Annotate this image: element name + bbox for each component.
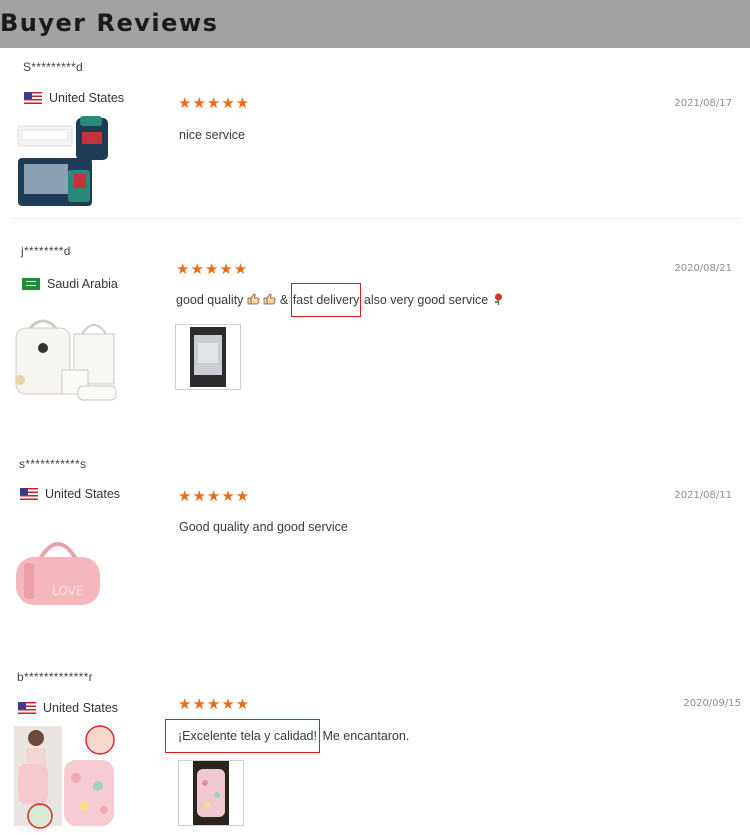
reviewer-country: United States: [24, 91, 124, 105]
review-photo-thumbnail[interactable]: [178, 760, 244, 826]
divider: [12, 218, 740, 219]
reviewer-name: b*************r: [17, 670, 93, 684]
country-label: United States: [49, 91, 125, 105]
thumbs-up-icon: [247, 293, 260, 305]
floral-backpack-image: [14, 725, 115, 829]
reviewer-country: United States: [18, 701, 118, 715]
review-photo: [190, 327, 226, 387]
review-card: S*********d United States ★★★★★ 2021/08/…: [0, 48, 750, 220]
rating-stars: ★★★★★: [178, 695, 251, 713]
thumbs-up-icon: [263, 293, 276, 305]
sa-flag-icon: [22, 278, 40, 290]
us-flag-icon: [18, 702, 36, 714]
reviewer-name: S*********d: [23, 60, 84, 74]
comment-text: Me encantaron.: [322, 729, 410, 743]
pink-duffel-bag-image: LOVE: [16, 542, 100, 605]
rating-stars: ★★★★★: [176, 260, 249, 278]
country-label: Saudi Arabia: [47, 277, 118, 291]
review-card: b*************r United States ★★★★★ 2020…: [0, 660, 750, 835]
comment-text: also very good service: [363, 293, 489, 307]
rose-icon: [494, 293, 502, 305]
comment-text: good quality: [176, 293, 244, 307]
header-bar: Buyer Reviews: [0, 0, 750, 48]
highlighted-comment-text: fast delivery: [290, 283, 362, 317]
reviewer-name: s***********s: [19, 457, 87, 471]
review-date: 2021/08/11: [674, 490, 732, 501]
comment-text: &: [279, 293, 289, 307]
reviewer-country: Saudi Arabia: [22, 277, 118, 291]
us-flag-icon: [20, 488, 38, 500]
country-label: United States: [45, 487, 121, 501]
rating-stars: ★★★★★: [178, 94, 251, 112]
diaper-bag-bed-image: [17, 116, 108, 206]
review-comment: Good quality and good service: [179, 520, 348, 534]
review-date: 2020/09/15: [683, 698, 741, 709]
review-date: 2021/08/17: [674, 98, 732, 109]
reviewer-country: United States: [20, 487, 120, 501]
review-comment: nice service: [179, 128, 245, 142]
reviewer-name: j********d: [21, 244, 71, 258]
rating-stars: ★★★★★: [178, 487, 251, 505]
highlighted-comment-text: ¡Excelente tela y calidad!: [165, 719, 320, 753]
review-photo-thumbnail[interactable]: [175, 324, 241, 390]
review-photo: [193, 761, 229, 825]
page-title: Buyer Reviews: [0, 9, 219, 37]
review-card: s***********s United States LOVE ★★★★★ 2…: [0, 445, 750, 645]
svg-text:LOVE: LOVE: [52, 584, 83, 598]
review-card: j********d Saudi Arabia ★★★★★ 2020/08/21…: [0, 230, 750, 430]
review-date: 2020/08/21: [674, 263, 732, 274]
country-label: United States: [43, 701, 119, 715]
review-comment: ¡Excelente tela y calidad! Me encantaron…: [165, 719, 410, 753]
review-comment: good quality & fast delivery also very g…: [176, 283, 505, 317]
us-flag-icon: [24, 92, 42, 104]
backpack-set-image: [15, 319, 117, 401]
